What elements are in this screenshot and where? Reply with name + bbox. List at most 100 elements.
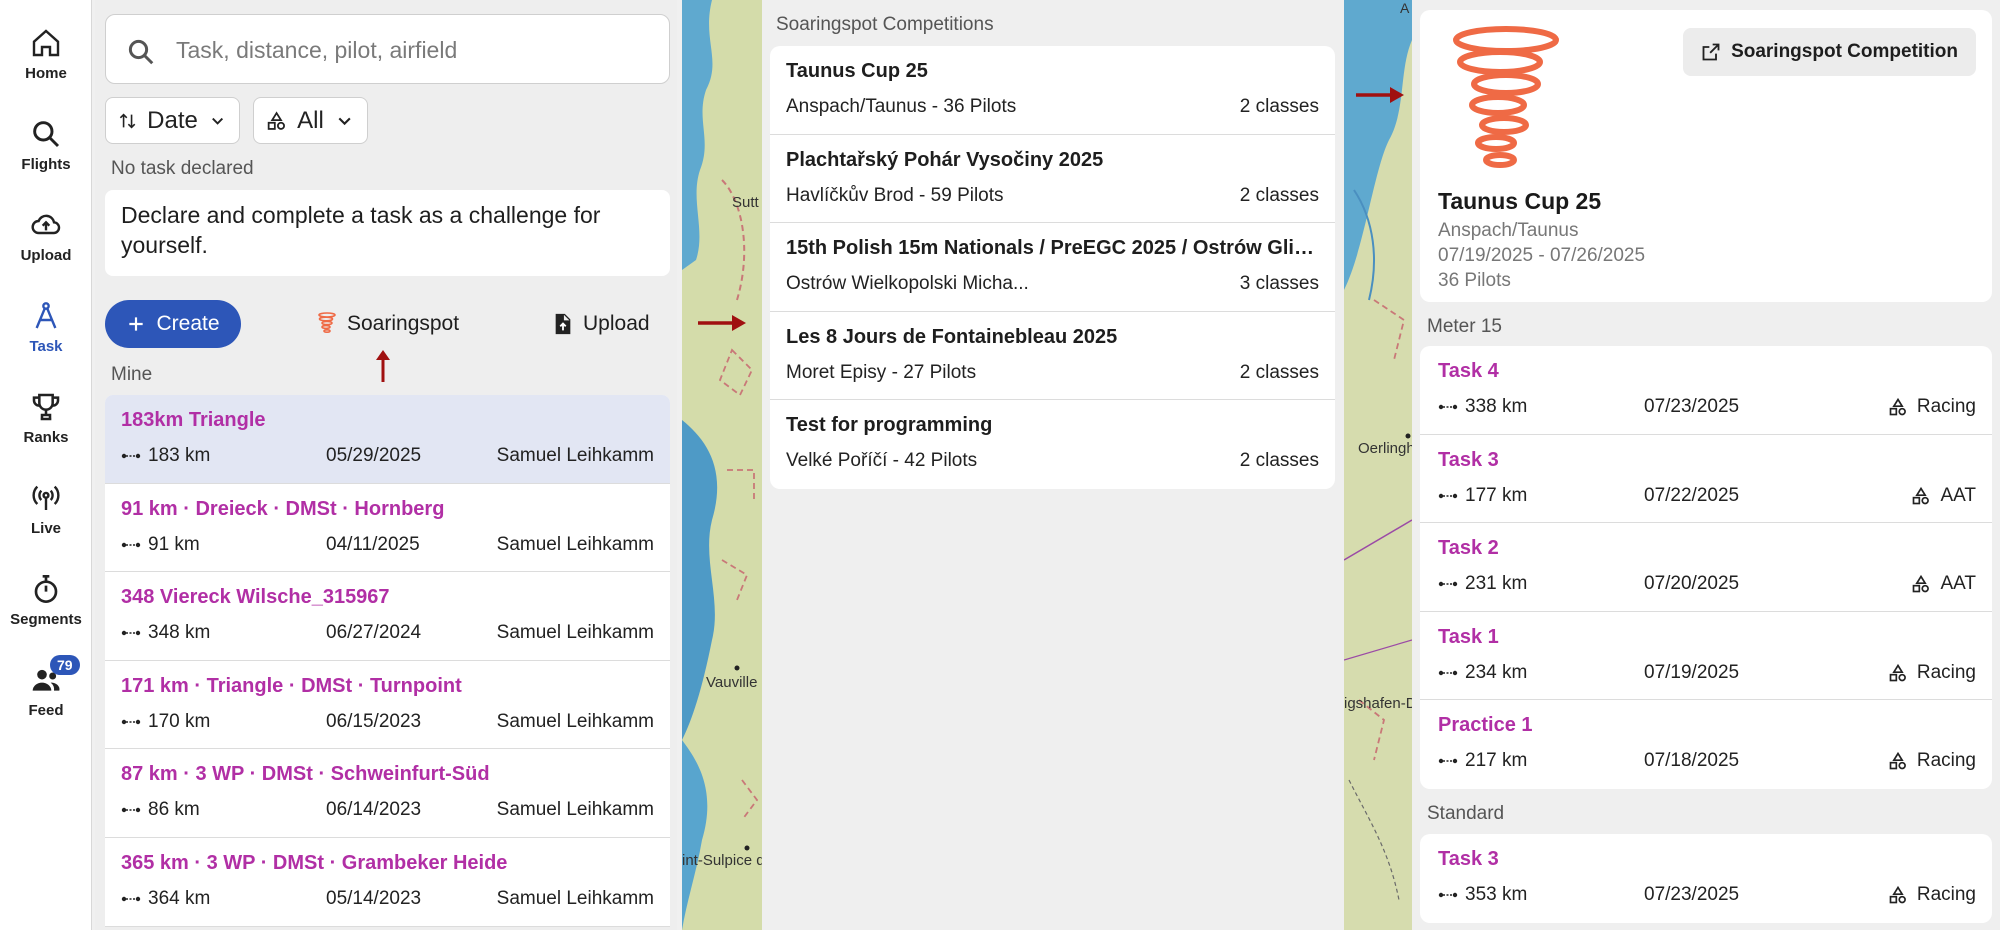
filter-all-button[interactable]: All [253,97,368,144]
class-task-title: Task 1 [1438,625,1499,648]
competition-location: Havlíčkův Brod - 59 Pilots [786,184,1004,206]
class-task-date: 07/20/2025 [1644,573,1740,594]
filter-label: All [297,106,324,134]
arrow-right-annotation [698,315,746,331]
distance-icon [121,896,141,902]
task-date: 05/14/2023 [326,887,422,909]
competition-row[interactable]: Les 8 Jours de Fontainebleau 2025 Moret … [770,312,1335,400]
competition-row[interactable]: Test for programming Velké Poříčí - 42 P… [770,400,1335,489]
compass-icon [35,301,57,328]
nav-flights-label: Flights [21,155,71,173]
competition-location: Velké Poříčí - 42 Pilots [786,450,978,471]
plus-icon [129,317,144,331]
class-task-row[interactable]: Practice 1 217 km 07/18/2025 Racing [1420,700,1992,789]
class-label: Meter 15 [1427,316,1502,337]
competition-location: Moret Episy - 27 Pilots [786,361,977,383]
class-task-row[interactable]: Task 1 234 km 07/19/2025 Racing [1420,612,1992,700]
map-strip-right[interactable]: A Oerlingh igshafen-D [1344,0,1412,930]
map-label: Sutt [732,194,759,211]
competition-dates: 07/19/2025 - 07/26/2025 [1438,245,1646,266]
class-task-row[interactable]: Task 3 177 km 07/22/2025 AAT [1420,435,1992,523]
map-terrain [682,0,762,930]
nav-feed-label: Feed [28,701,64,719]
map-label: Vauville [706,674,758,691]
competition-title: Test for programming [786,414,993,436]
nav-feed[interactable]: 79 Feed [0,651,92,731]
task-distance: 348 km [148,622,211,644]
shapes-icon [1889,397,1906,416]
open-soaringspot-button[interactable]: Soaringspot Competition [1683,28,1976,76]
task-distance: 183 km [148,445,211,466]
shapes-icon [267,110,285,130]
nav-task[interactable]: Task [0,287,92,367]
task-row[interactable]: 348 Viereck Wilsche_315967 348 km 06/27/… [105,572,670,661]
competition-list: Taunus Cup 25 Anspach/Taunus - 36 Pilots… [770,46,1335,489]
competition-title: Les 8 Jours de Fontainebleau 2025 [786,325,1118,348]
competition-location: Ostrów Wielkopolski Micha... [786,273,1029,294]
competition-row[interactable]: 15th Polish 15m Nationals / PreEGC 2025 … [770,223,1335,312]
task-panel: Date All No task declared Declare and co… [95,0,677,930]
competition-title: Taunus Cup 25 [786,60,928,82]
upload-button[interactable]: Upload [553,300,650,348]
competition-classes: 2 classes [1239,450,1319,471]
search-box[interactable] [105,14,670,84]
task-row[interactable]: 171 km · Triangle · DMSt · Turnpoint 170… [105,661,670,750]
class-task-distance: 234 km [1465,661,1528,683]
task-pilot: Samuel Leihkamm [496,445,654,466]
map-strip-left[interactable]: Sutt Vauville int-Sulpice d [682,0,762,930]
competitions-panel: Soaringspot Competitions Taunus Cup 25 A… [762,0,1344,930]
nav-rail: Home Flights Upload Task Ranks Live Segm… [0,0,92,930]
competition-location: Anspach/Taunus - 36 Pilots [786,96,1017,117]
competition-row[interactable]: Plachtařský Pohár Vysočiny 2025 Havlíčků… [770,135,1335,223]
competition-title: Taunus Cup 25 [1438,188,1602,214]
soaringspot-logo [1453,26,1559,168]
sort-icon [119,112,136,129]
class-task-title: Practice 1 [1438,714,1533,736]
distance-icon [121,542,141,547]
class-task-type: Racing [1916,396,1976,417]
class-task-date: 07/22/2025 [1644,484,1740,506]
task-row[interactable]: 91 km · Dreieck · DMSt · Hornberg 91 km … [105,484,670,573]
task-row[interactable]: 87 km · 3 WP · DMSt · Schweinfurt-Süd 86… [105,749,670,838]
nav-segments[interactable]: Segments [0,560,92,640]
home-icon [32,28,60,56]
nav-live[interactable]: Live [0,469,92,549]
task-title: 91 km · Dreieck · DMSt · Hornberg [121,497,445,520]
stopwatch-icon [34,574,58,603]
soaringspot-button[interactable]: Soaringspot [317,300,459,348]
search-icon [128,39,154,65]
nav-upload[interactable]: Upload [0,196,92,276]
nav-home[interactable]: Home [0,14,92,94]
search-input[interactable] [176,31,646,69]
map-label: A [1400,0,1410,16]
task-date: 06/14/2023 [326,799,422,821]
upload-label: Upload [583,312,650,335]
sort-date-button[interactable]: Date [105,97,240,144]
task-title: 171 km · Triangle · DMSt · Turnpoint [121,674,462,697]
task-row[interactable]: 365 km · 3 WP · DMSt · Grambeker Heide 3… [105,838,670,927]
class-label: Standard [1427,803,1505,824]
create-button[interactable]: Create [105,300,241,348]
class-task-row[interactable]: Task 3 353 km 07/23/2025 Racing [1420,834,1992,923]
map-label: igshafen-D [1344,695,1412,712]
task-row[interactable]: 183km Triangle 183 km 05/29/2025 Samuel … [105,395,670,484]
class-task-type: Racing [1916,750,1976,771]
nav-home-label: Home [25,64,67,82]
nav-flights[interactable]: Flights [0,105,92,185]
task-pilot: Samuel Leihkamm [496,622,654,644]
task-title: 87 km · 3 WP · DMSt · Schweinfurt-Süd [121,763,490,786]
task-date: 04/11/2025 [326,533,420,555]
class-task-distance: 217 km [1465,750,1528,771]
class-task-row[interactable]: Task 4 338 km 07/23/2025 Racing [1420,346,1992,435]
competition-detail-panel: Soaringspot Competition Taunus Cup 25 An… [1412,0,2000,930]
class-task-date: 07/19/2025 [1644,661,1740,683]
competition-row[interactable]: Taunus Cup 25 Anspach/Taunus - 36 Pilots… [770,46,1335,135]
search-icon [33,120,60,147]
class-task-distance: 353 km [1465,884,1528,905]
nav-task-label: Task [29,337,63,355]
class-task-row[interactable]: Task 2 231 km 07/20/2025 AAT [1420,523,1992,612]
arrow-right-annotation [1356,87,1404,103]
chevron-down-icon [338,117,351,125]
nav-ranks[interactable]: Ranks [0,378,92,458]
distance-icon [121,808,141,813]
